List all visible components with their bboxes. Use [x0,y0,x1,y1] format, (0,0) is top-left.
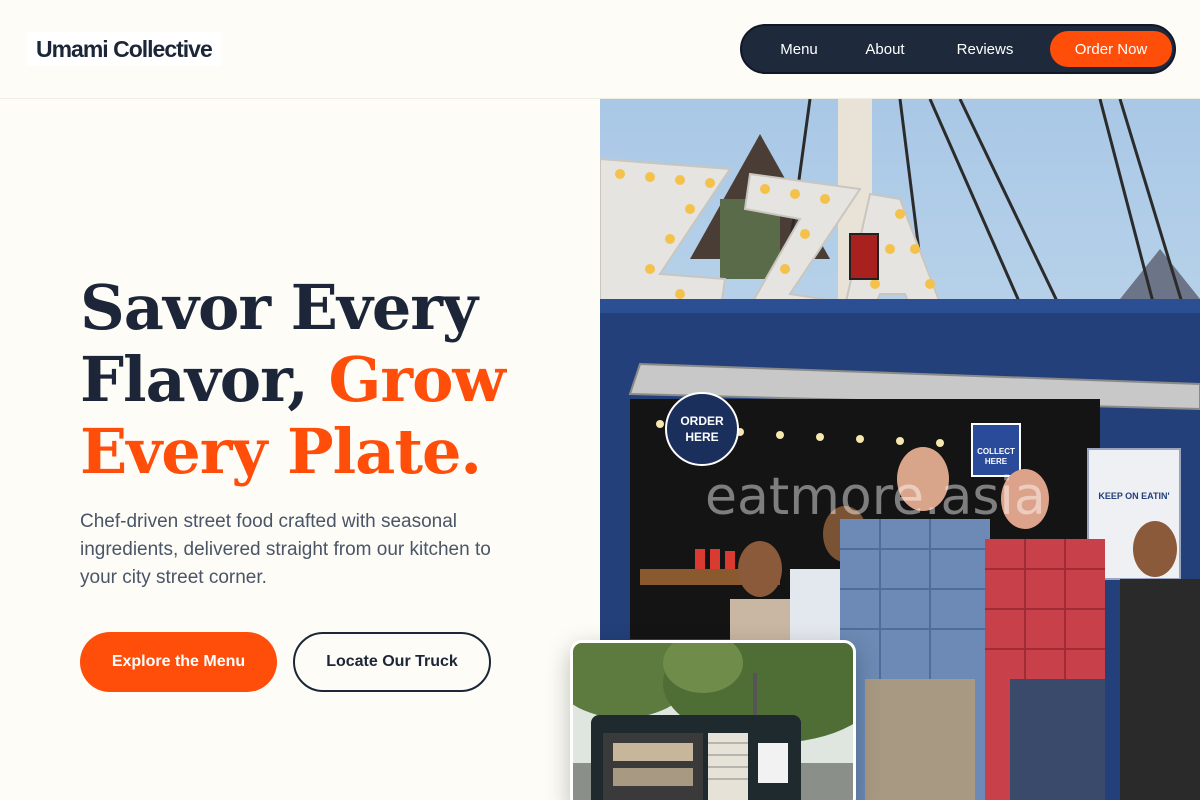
poster-text: KEEP ON EATIN' [1098,491,1169,501]
headline-line-1: Savor Every [80,271,478,344]
headline-line-3: Every Plate. [80,415,482,488]
watermark: eatmore.asia [705,467,1046,527]
collect-here-sign-line2: HERE [985,457,1008,466]
nav-about-link[interactable]: About [840,31,930,67]
logo[interactable]: Umami Collective [26,32,222,66]
order-now-button[interactable]: Order Now [1050,31,1172,67]
order-here-sign-line2: HERE [685,430,718,444]
collect-here-sign-line1: COLLECT [977,447,1015,456]
headline-line-2: Flavor, [80,343,309,416]
locate-truck-button[interactable]: Locate Our Truck [293,632,491,692]
hero-subtext: Chef-driven street food crafted with sea… [80,511,491,588]
site-header: Umami Collective Menu About Reviews Orde… [0,0,1200,99]
order-here-sign-line1: ORDER [680,414,724,428]
nav-menu-link[interactable]: Menu [758,31,840,67]
headline-accent-grow: Grow [328,343,505,416]
main-nav: Menu About Reviews Order Now [740,24,1176,74]
explore-menu-button[interactable]: Explore the Menu [80,632,277,692]
nav-reviews-link[interactable]: Reviews [932,31,1038,67]
inset-truck-photo [570,640,856,800]
hero-headline: Savor Every Flavor, Grow Every Plate. [80,272,580,488]
